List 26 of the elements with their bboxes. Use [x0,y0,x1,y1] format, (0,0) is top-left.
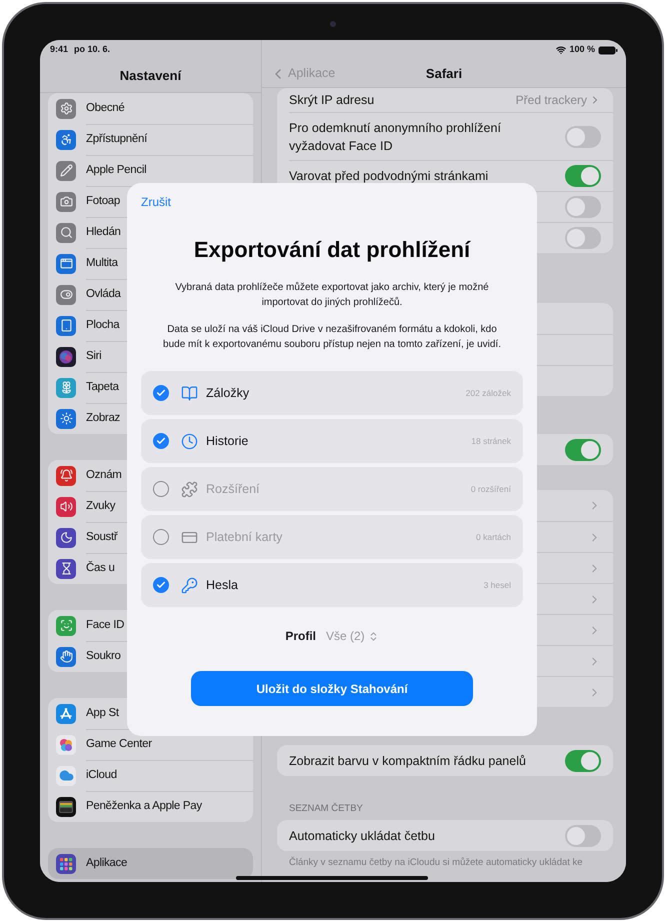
section-footer: Články v seznamu četby na iCloudu si můžete automaticky ukládat ke [277,856,613,870]
option-count: 202 záložek [466,386,511,400]
battery-percent: 100 % [569,43,595,56]
setting-label: Skrýt IP adresu [289,92,376,109]
section-header: SEZNAM ČETBY [288,802,364,816]
option-label: Hesla [206,576,239,594]
status-time: 9:41 [50,43,68,56]
option-count: 18 stránek [471,434,511,448]
setting-label: Pro odemknutí anonymního prohlížení vyžadovat Face ID [289,120,502,154]
option-count: 3 hesel [484,578,511,592]
dialog-description: Data se uloží na váš iCloud Drive v nezašifrovaném formátu a kdokoli, kdo bude mít k exportovanému souboru přístup nejen na tomto zařízení, je uvidí. [162,323,502,352]
setting-label: Varovat před podvodnými stránkami [289,168,490,185]
option-label: Historie [206,432,250,450]
page-title: Safari [426,64,462,83]
setting-label: Zobrazit barvu v kompaktním řádku panelů [289,752,527,770]
option-count: 0 kartách [476,530,511,544]
option-label: Platební karty [206,528,284,546]
option-count: 0 rozšíření [470,482,511,496]
setting-label: Automaticky ukládat četbu [289,828,436,844]
option-label: Rozšíření [206,480,260,498]
dialog-title: Exportování dat prohlížení [192,237,472,263]
status-date: po 10. 6. [74,43,110,56]
option-label: Záložky [206,384,250,402]
profile-label: Profil [285,628,316,645]
dialog-description: Vybraná data prohlížeče můžete exportovat jako archiv, který je možné importovat do jiných prohlížečů. [174,281,490,310]
sidebar-title: Nastavení [120,67,182,86]
